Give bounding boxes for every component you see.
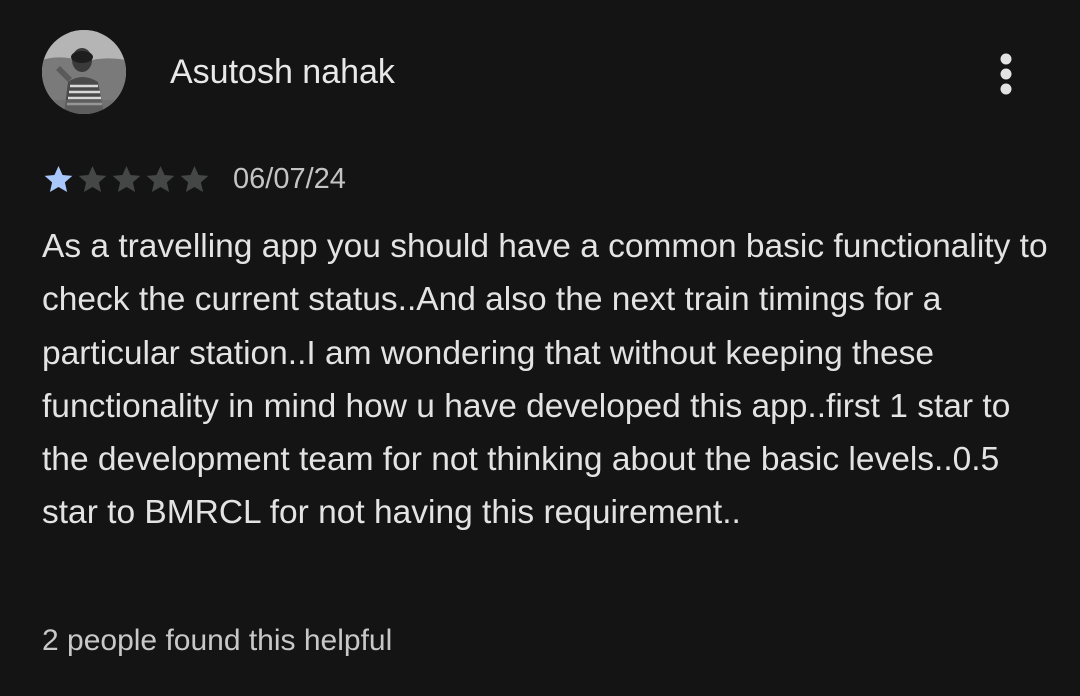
star-rating [42,164,211,194]
star-empty-icon [112,165,141,193]
more-vert-icon [1000,53,1012,95]
more-options-button[interactable] [986,46,1026,102]
review-date: 06/07/24 [233,163,346,195]
review-card: Asutosh nahak 06/07/24 As a travelling a… [0,0,1080,696]
rating-row: 06/07/24 [42,160,346,198]
avatar[interactable] [42,30,126,114]
star-filled-icon [44,165,73,193]
helpful-count: 2 people found this helpful [42,624,393,657]
reviewer-name: Asutosh nahak [170,53,395,91]
reviewer-photo-avatar [42,30,126,114]
star-empty-icon [180,165,209,193]
review-text: As a travelling app you should have a co… [42,228,1048,532]
star-empty-icon [78,165,107,193]
star-empty-icon [146,165,175,193]
